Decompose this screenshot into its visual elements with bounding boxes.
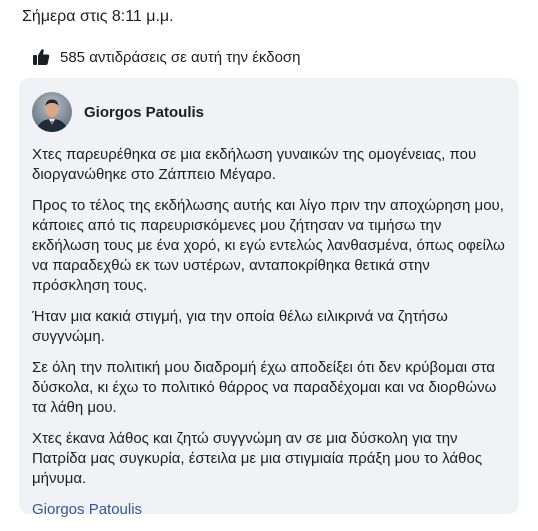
reactions-summary[interactable]: 585 αντιδράσεις σε αυτή την έκδοση [32, 48, 301, 66]
post-paragraph: Χτες παρευρέθηκα σε μια εκδήλωση γυναικώ… [32, 146, 477, 183]
post-timestamp: Σήμερα στις 8:11 μ.μ. [22, 8, 174, 25]
post-card: Giorgos Patoulis Χτες παρευρέθηκα σε μια… [19, 78, 519, 518]
reactions-count-text: 585 αντιδράσεις σε αυτή την έκδοση [60, 48, 301, 66]
post-paragraph: Χτες έκανα λάθος και ζητώ συγγνώμη αν σε… [32, 430, 483, 487]
thumbs-up-icon [32, 48, 50, 66]
post-body: Χτες παρευρέθηκα σε μια εκδήλωση γυναικώ… [32, 145, 510, 520]
post-paragraph: Ήταν μια κακιά στιγμή, για την οποία θέλ… [32, 308, 448, 345]
post-paragraph: Προς το τέλος της εκδήλωσης αυτής και λί… [32, 197, 505, 294]
signature-link[interactable]: Giorgos Patoulis [32, 500, 510, 520]
author-row: Giorgos Patoulis [32, 92, 506, 132]
avatar[interactable] [32, 92, 72, 132]
author-name[interactable]: Giorgos Patoulis [84, 104, 204, 121]
post-paragraph: Σε όλη την πολιτική μου διαδρομή έχω απο… [32, 359, 497, 416]
